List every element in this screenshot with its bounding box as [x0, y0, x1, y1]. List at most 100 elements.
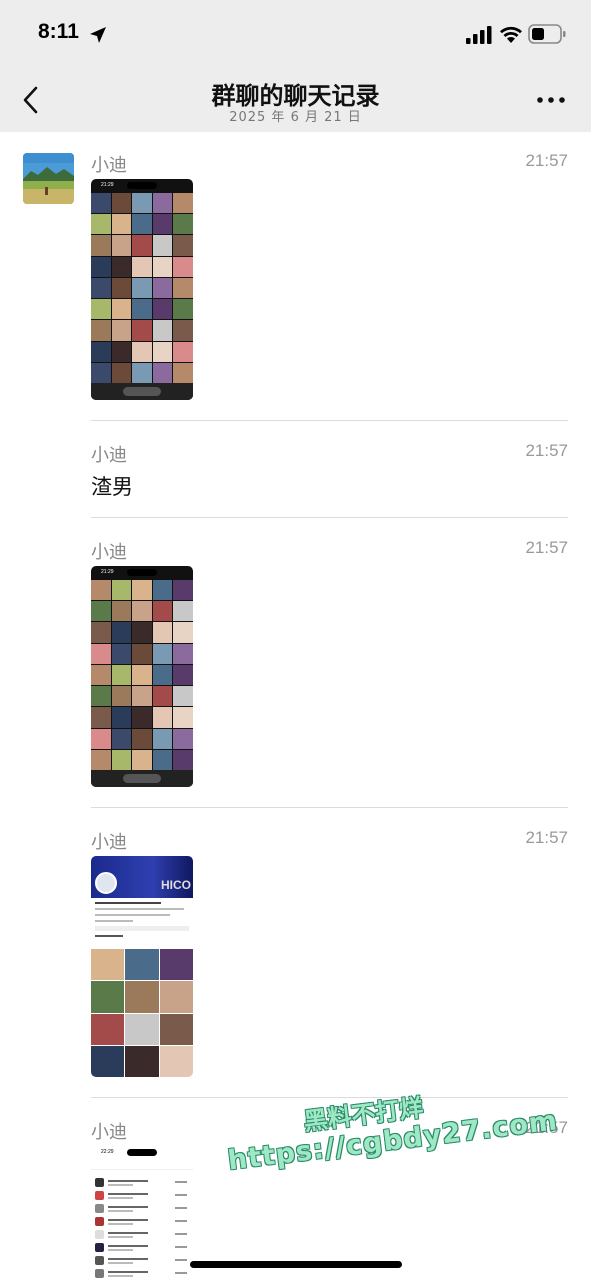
- grid-photo-tile: [152, 256, 173, 277]
- avatar[interactable]: [23, 153, 74, 204]
- more-options-button[interactable]: [534, 88, 568, 112]
- grid-photo-tile: [152, 601, 173, 622]
- list-row: [95, 1256, 189, 1267]
- grid-photo-tile: [111, 601, 132, 622]
- grid-photo-tile: [91, 1045, 125, 1077]
- grid-photo-tile: [111, 235, 132, 256]
- list-row: [95, 1204, 189, 1215]
- list-row: [95, 1191, 189, 1202]
- image-thumbnail[interactable]: 21:29: [91, 566, 193, 787]
- dynamic-island: [127, 1149, 157, 1156]
- grid-photo-tile: [159, 1013, 193, 1045]
- divider: [91, 517, 568, 518]
- grid-photo-tile: [132, 643, 152, 664]
- grid-photo-tile: [173, 214, 193, 235]
- message-time: 21:57: [525, 828, 568, 847]
- grid-photo-tile: [132, 707, 152, 728]
- grid-photo-tile: [173, 235, 193, 256]
- grid-photo-tile: [91, 256, 111, 277]
- divider: [91, 807, 568, 808]
- grid-photo-tile: [91, 277, 111, 299]
- image-thumbnail[interactable]: HICO: [91, 856, 193, 1077]
- grid-photo-tile: [152, 707, 173, 728]
- sender-name: 小迪: [91, 1122, 127, 1143]
- grid-photo-tile: [152, 686, 173, 707]
- grid-photo-tile: [91, 580, 111, 601]
- list-row: [95, 1178, 189, 1189]
- grid-photo-tile: [111, 643, 132, 664]
- sender-name: 小迪: [91, 832, 127, 853]
- grid-photo-tile: [152, 235, 173, 256]
- nav-bar: 群聊的聊天记录 2025 年 6 月 21 日: [0, 70, 591, 132]
- grid-photo-tile: [152, 193, 173, 214]
- grid-photo-tile: [132, 193, 152, 214]
- message-time: 21:57: [525, 538, 568, 557]
- grid-photo-tile: [111, 277, 132, 299]
- image-thumbnail[interactable]: 22:29: [91, 1146, 193, 1280]
- grid-photo-tile: [91, 749, 111, 770]
- page-subtitle-date: 2025 年 6 月 21 日: [229, 110, 362, 125]
- grid-photo-tile: [111, 256, 132, 277]
- grid-photo-tile: [125, 981, 159, 1013]
- grid-photo-tile: [132, 299, 152, 320]
- grid-photo-tile: [111, 686, 132, 707]
- grid-photo-tile: [173, 299, 193, 320]
- grid-photo-tile: [111, 193, 132, 214]
- grid-photo-tile: [91, 341, 111, 362]
- grid-photo-tile: [173, 277, 193, 299]
- grid-photo-tile: [173, 341, 193, 362]
- grid-photo-tile: [132, 728, 152, 749]
- grid-photo-tile: [111, 320, 132, 341]
- chat-message: 小迪 21:57 HICO: [91, 828, 568, 1078]
- grid-photo-tile: [132, 277, 152, 299]
- grid-photo-tile: [159, 1045, 193, 1077]
- grid-photo-tile: [152, 277, 173, 299]
- grid-photo-tile: [91, 664, 111, 686]
- list-row: [95, 1217, 189, 1228]
- image-thumbnail[interactable]: 21:29: [91, 179, 193, 400]
- message-time: 21:57: [525, 1118, 568, 1137]
- home-indicator[interactable]: [190, 1261, 402, 1268]
- grid-photo-tile: [111, 362, 132, 383]
- location-arrow-icon: [90, 27, 106, 43]
- grid-photo-tile: [91, 299, 111, 320]
- grid-photo-tile: [91, 235, 111, 256]
- message-text[interactable]: 渣男: [91, 471, 133, 501]
- cellular-signal-icon: [466, 26, 492, 44]
- grid-photo-tile: [152, 664, 173, 686]
- grid-photo-tile: [173, 256, 193, 277]
- list-row: [95, 1243, 189, 1254]
- grid-photo-tile: [132, 256, 152, 277]
- sender-name: 小迪: [91, 155, 127, 176]
- grid-photo-tile: [111, 749, 132, 770]
- banner-text: HICO: [161, 878, 191, 892]
- thumb-toolbar: [91, 770, 193, 787]
- grid-photo-tile: [91, 949, 125, 981]
- photo-grid: [91, 580, 193, 770]
- grid-photo-tile: [159, 949, 193, 981]
- grid-photo-tile: [132, 235, 152, 256]
- grid-photo-tile: [125, 1045, 159, 1077]
- grid-photo-tile: [173, 664, 193, 686]
- grid-photo-tile: [173, 749, 193, 770]
- grid-photo-tile: [125, 949, 159, 981]
- grid-photo-tile: [152, 622, 173, 643]
- grid-photo-tile: [91, 362, 111, 383]
- grid-photo-tile: [111, 214, 132, 235]
- grid-photo-tile: [159, 981, 193, 1013]
- grid-photo-tile: [173, 601, 193, 622]
- wifi-icon: [500, 26, 522, 43]
- profile-video-grid: [91, 949, 193, 1077]
- dynamic-island: [127, 569, 157, 576]
- list-row: [95, 1269, 189, 1280]
- grid-photo-tile: [111, 580, 132, 601]
- divider: [91, 420, 568, 421]
- grid-photo-tile: [132, 664, 152, 686]
- list-title-bar: [91, 1160, 193, 1170]
- grid-photo-tile: [111, 341, 132, 362]
- grid-photo-tile: [132, 214, 152, 235]
- grid-photo-tile: [132, 749, 152, 770]
- grid-photo-tile: [173, 193, 193, 214]
- grid-photo-tile: [111, 664, 132, 686]
- divider: [91, 1097, 568, 1098]
